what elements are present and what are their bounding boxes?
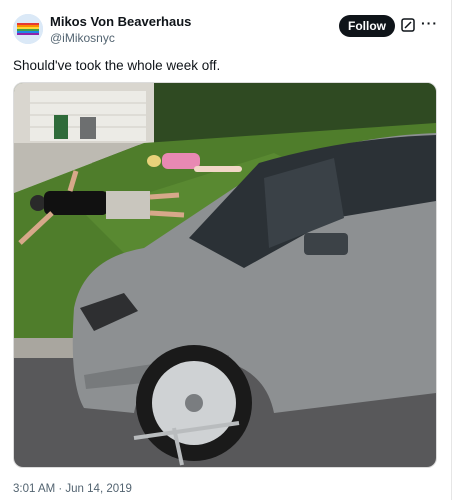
tweet-timestamp[interactable]: 3:01 AM · Jun 14, 2019 bbox=[13, 483, 132, 495]
tweet-card: Mikos Von Beaverhaus @iMikosnyc Follow ·… bbox=[0, 0, 452, 500]
avatar[interactable] bbox=[13, 14, 43, 44]
author-display-name[interactable]: Mikos Von Beaverhaus bbox=[50, 14, 191, 29]
tweet-photo[interactable] bbox=[13, 82, 437, 468]
tweet-text: Should've took the whole week off. bbox=[13, 58, 221, 73]
rainbow-flag-icon bbox=[13, 14, 43, 44]
author-handle[interactable]: @iMikosnyc bbox=[50, 31, 115, 45]
grok-icon[interactable] bbox=[401, 18, 415, 32]
more-icon[interactable]: ··· bbox=[421, 15, 438, 31]
follow-button[interactable]: Follow bbox=[339, 15, 395, 37]
